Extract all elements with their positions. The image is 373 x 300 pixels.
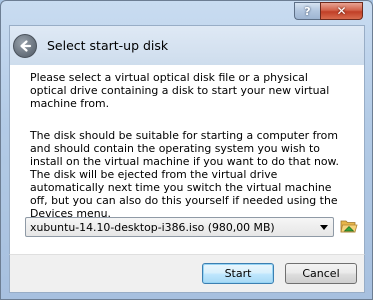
chevron-down-icon (320, 225, 328, 230)
back-arrow-icon (20, 40, 32, 52)
help-button[interactable]: ? (294, 2, 320, 20)
description-text: The disk should be suitable for starting… (30, 129, 339, 220)
dialog-window: ? ✕ Select start-up disk Please select a… (0, 0, 373, 300)
cancel-button[interactable]: Cancel (285, 263, 357, 284)
disk-select[interactable]: xubuntu-14.10-desktop-i386.iso (980,00 M… (25, 217, 334, 237)
wizard-header: Select start-up disk (9, 25, 365, 65)
folder-open-icon (340, 220, 358, 233)
start-button[interactable]: Start (202, 263, 274, 284)
title-bar[interactable]: ? ✕ (1, 1, 372, 25)
instruction-text: Please select a virtual optical disk fil… (30, 71, 330, 110)
wizard-content: Please select a virtual optical disk fil… (9, 65, 365, 254)
back-button[interactable] (13, 34, 37, 58)
choose-disk-file-button[interactable] (340, 217, 358, 235)
page-title: Select start-up disk (47, 38, 169, 53)
close-button[interactable]: ✕ (320, 2, 363, 20)
disk-select-value: xubuntu-14.10-desktop-i386.iso (980,00 M… (30, 221, 275, 234)
button-bar: Start Cancel (9, 254, 365, 293)
